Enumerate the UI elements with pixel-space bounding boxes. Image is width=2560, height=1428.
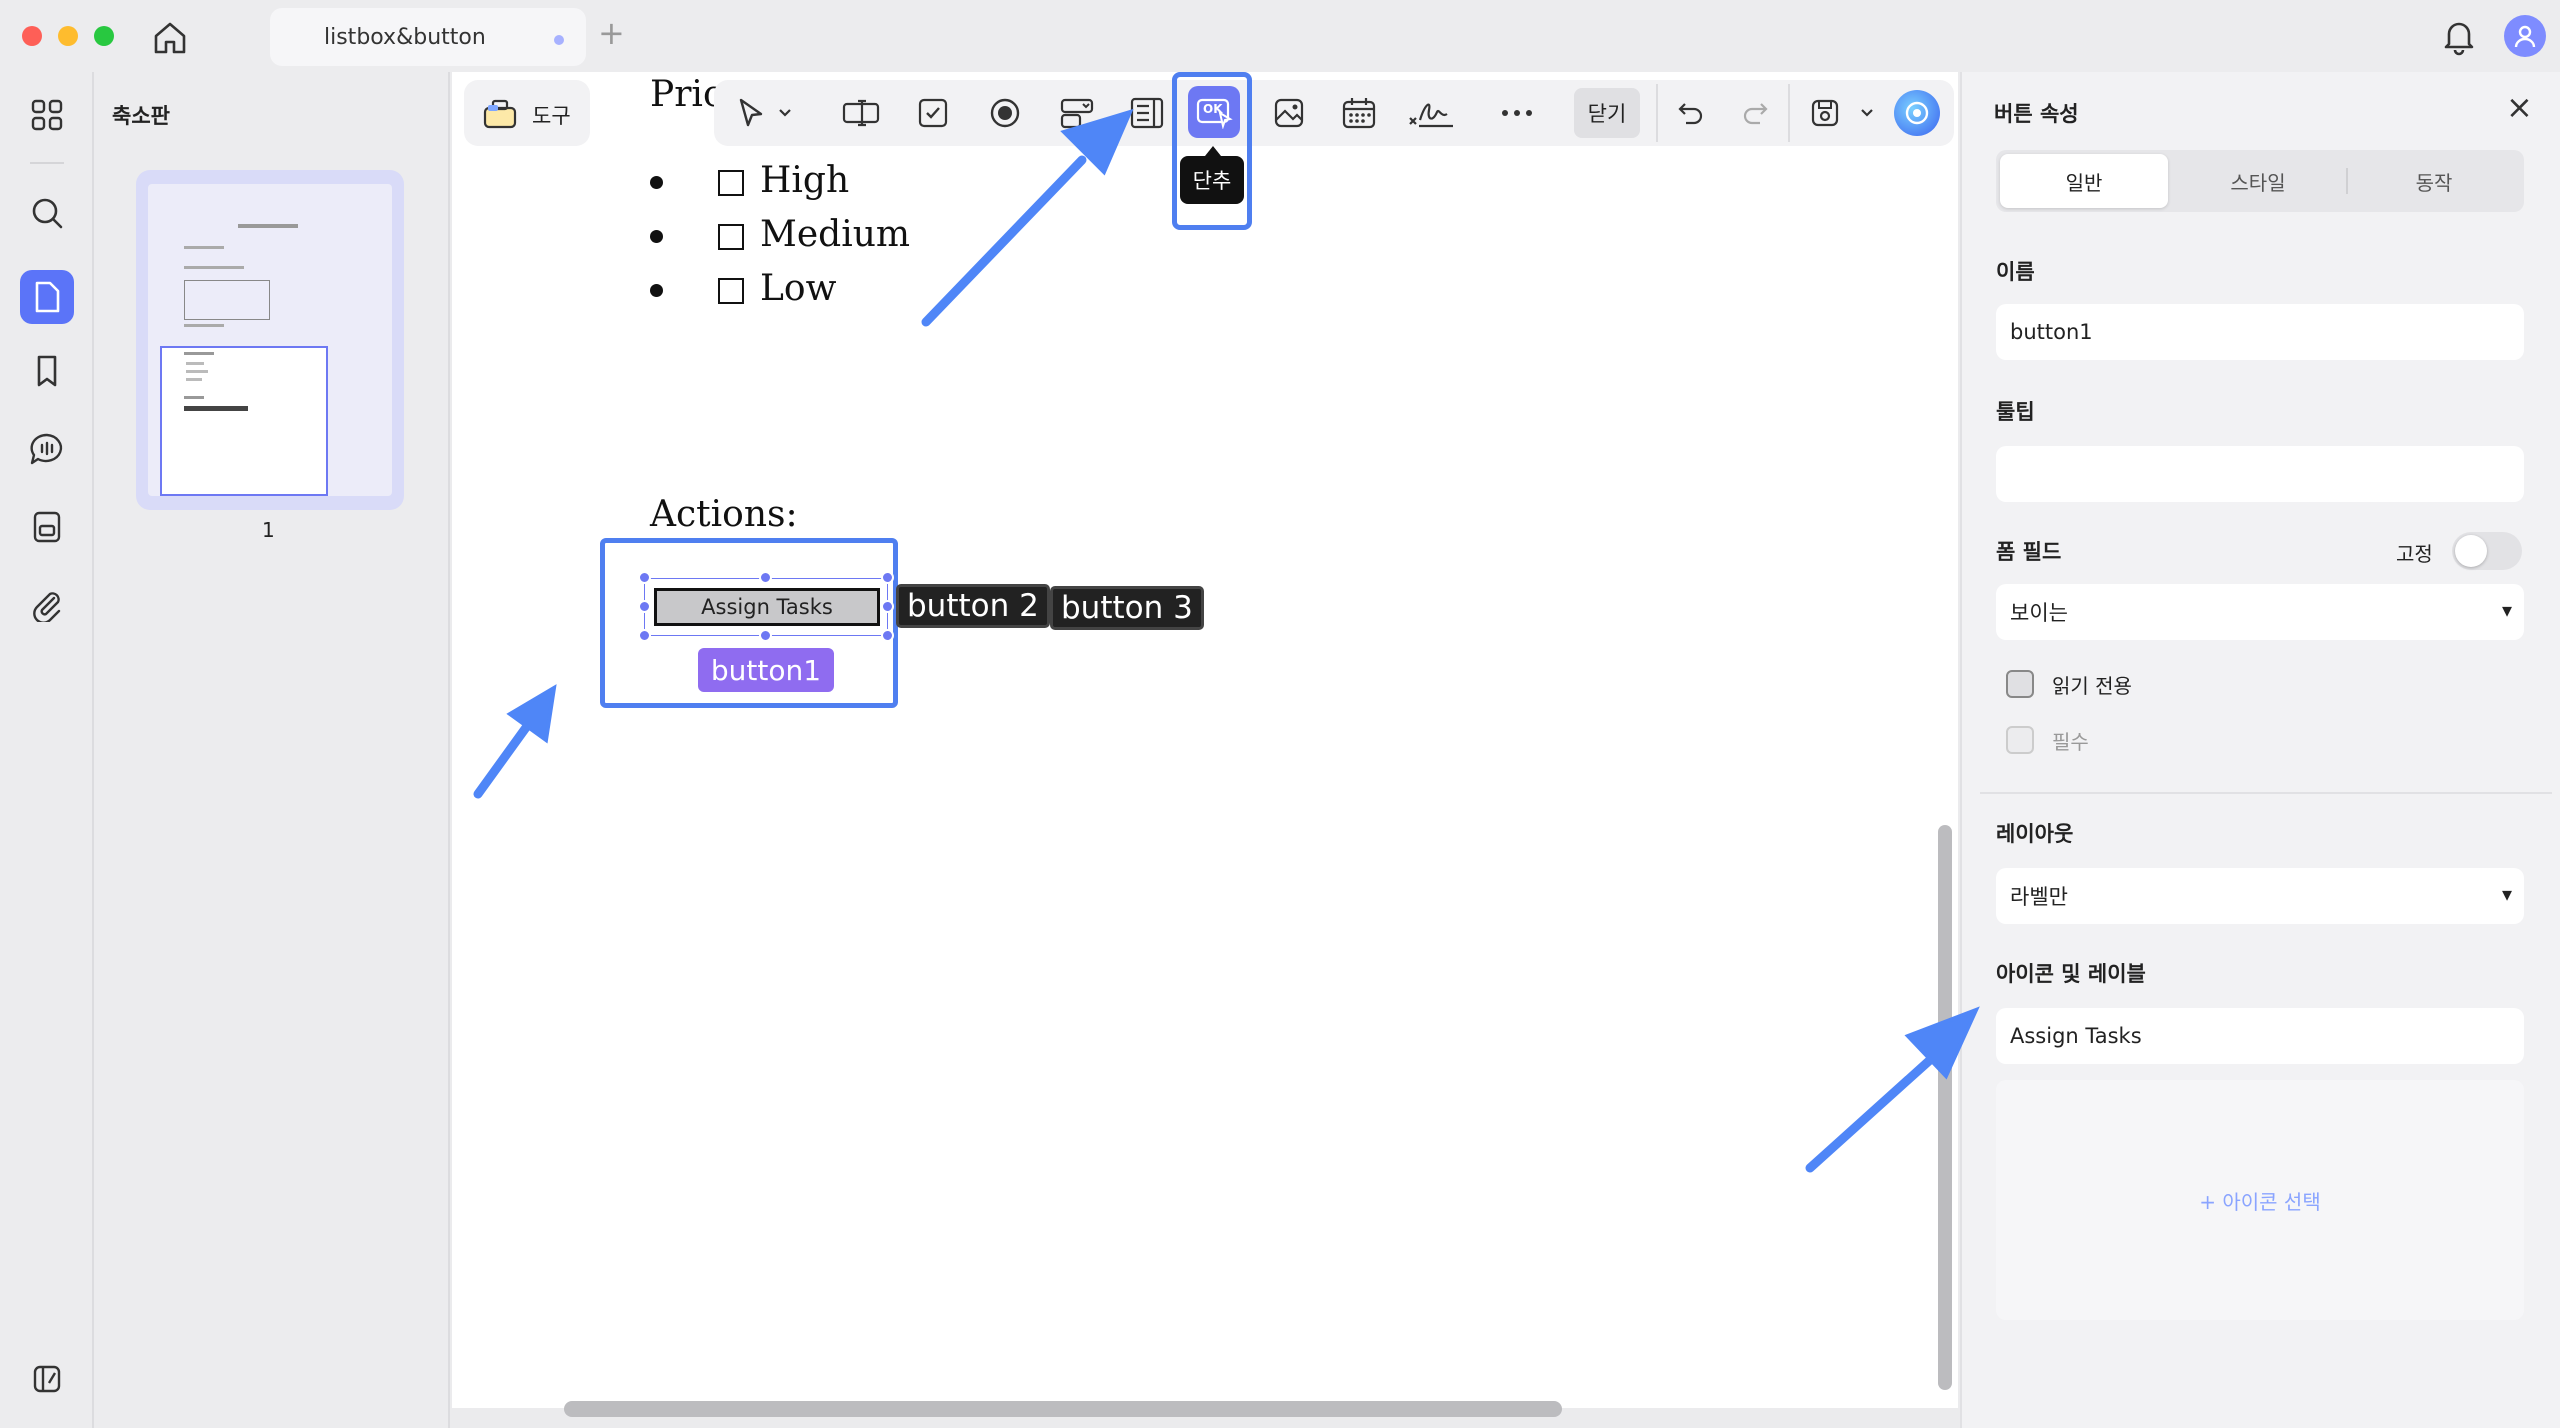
annotation-arrows [473, 108, 1980, 1173]
annotation-arrow [473, 717, 535, 799]
annotation-arrow [1805, 1055, 1935, 1173]
annotation-arrow [921, 155, 1087, 327]
arrow-head [506, 684, 557, 744]
